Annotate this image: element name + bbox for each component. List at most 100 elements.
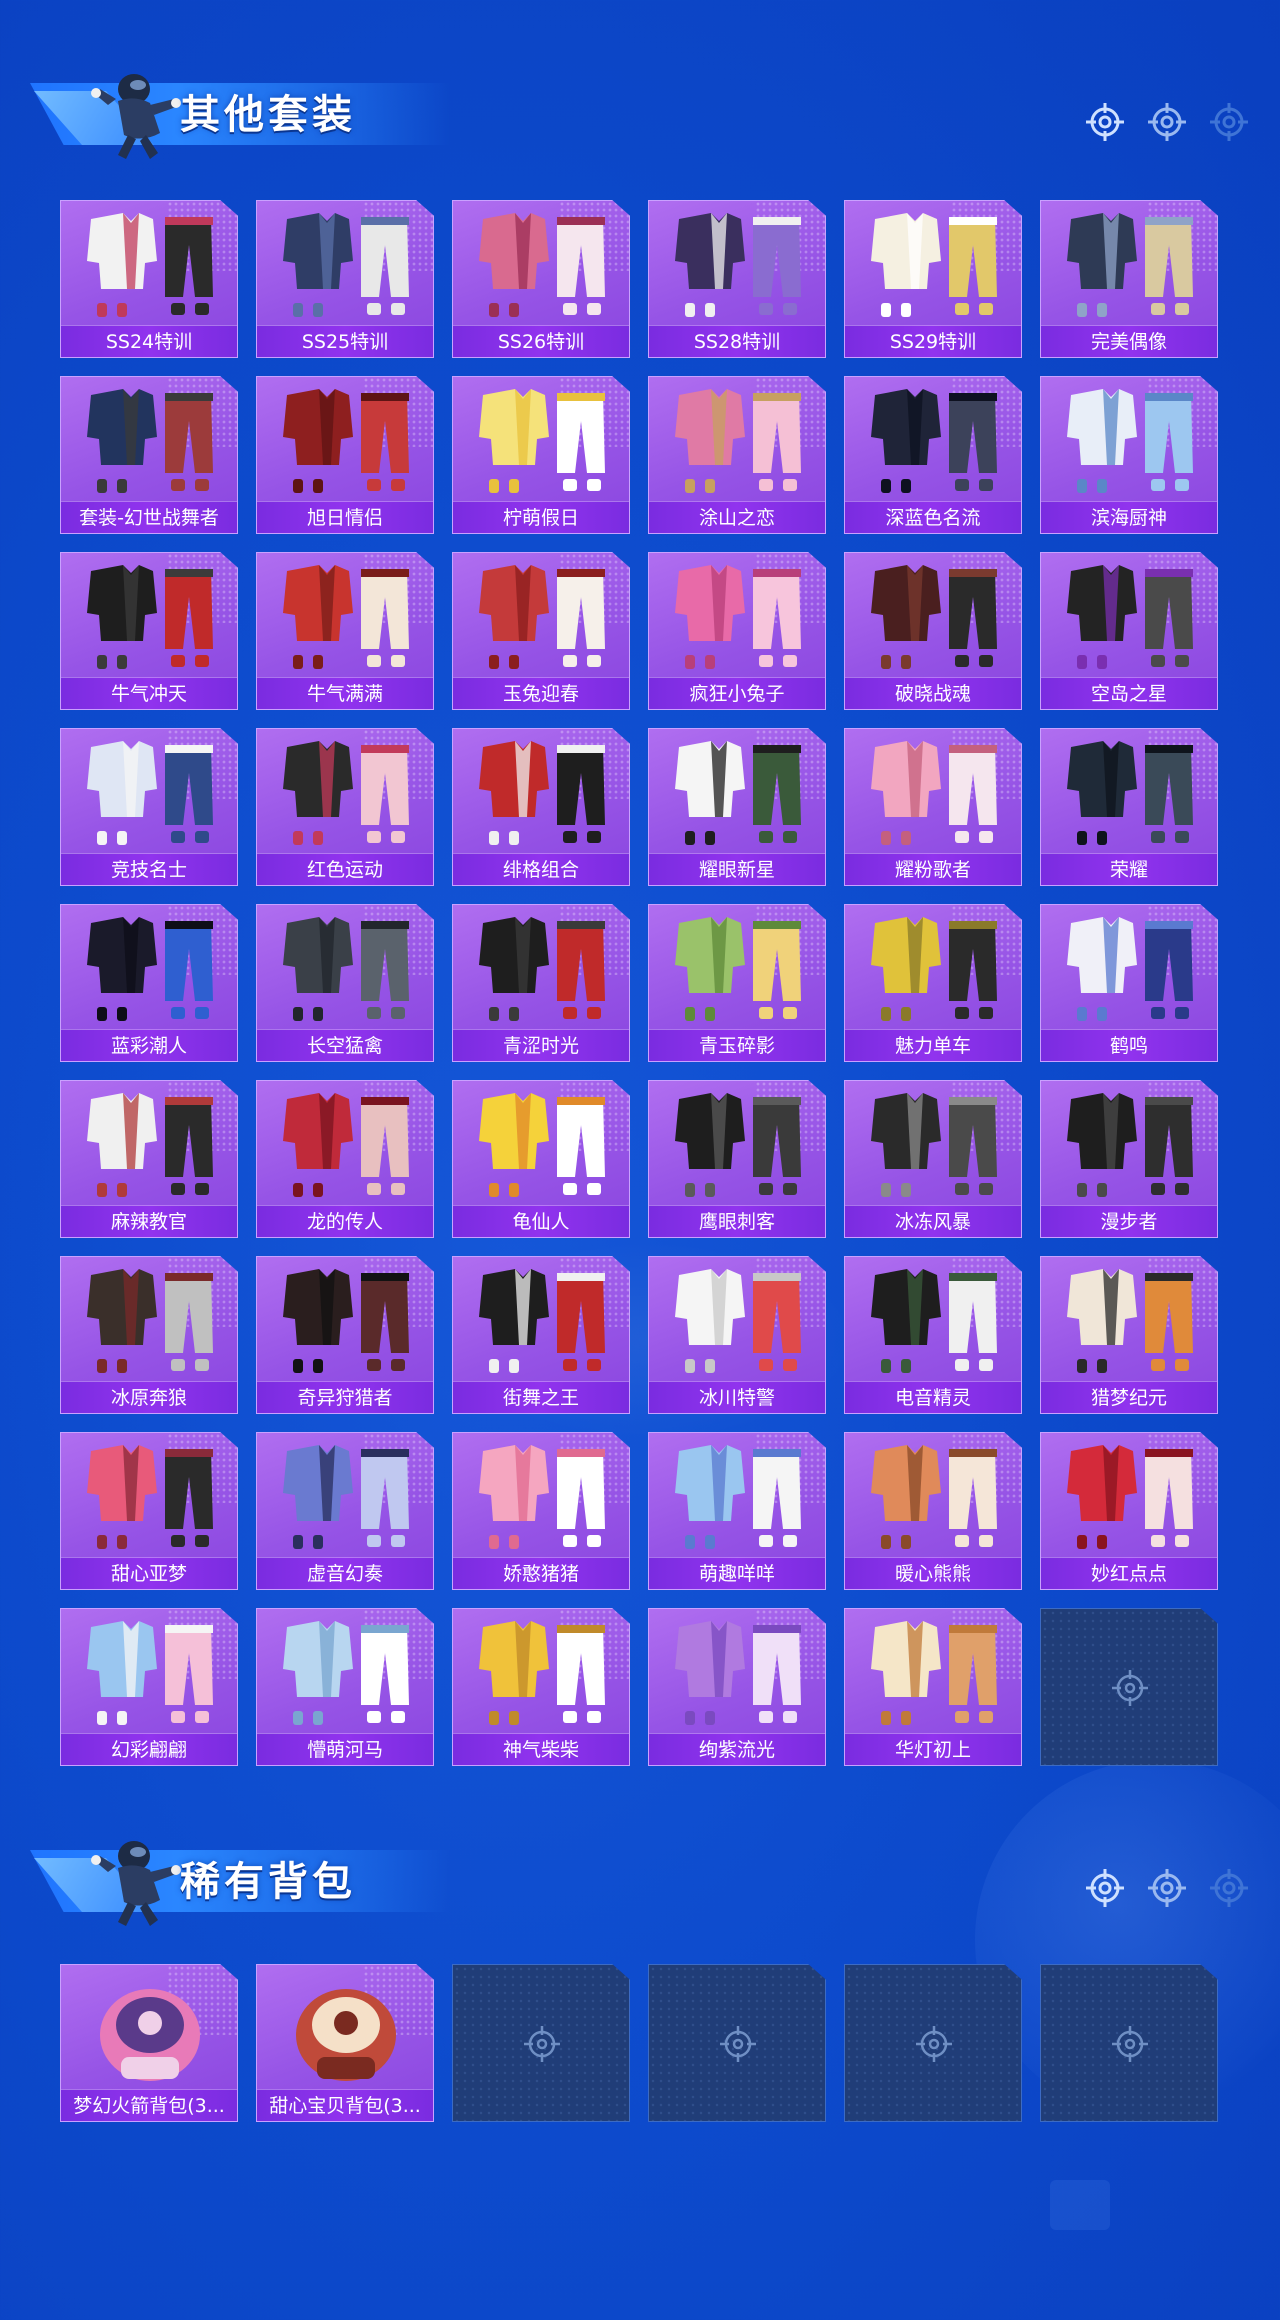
outfit-card[interactable]: 龟仙人 [452, 1080, 630, 1238]
crosshair-icon [916, 2026, 952, 2062]
outfit-image [87, 1269, 213, 1373]
outfit-card[interactable]: 龙的传人 [256, 1080, 434, 1238]
outfit-card[interactable]: 绚紫流光 [648, 1608, 826, 1766]
outfit-card[interactable]: 完美偶像 [1040, 200, 1218, 358]
outfit-image [1067, 1445, 1193, 1549]
outfit-card[interactable]: SS25特训 [256, 200, 434, 358]
outfit-card[interactable]: 冰川特警 [648, 1256, 826, 1414]
outfit-name: 华灯初上 [845, 1733, 1021, 1765]
outfit-image [87, 213, 213, 317]
backpack-card[interactable]: 梦幻火箭背包(3... [60, 1964, 238, 2122]
outfit-card[interactable]: 玉兔迎春 [452, 552, 630, 710]
crosshair-icon[interactable] [1208, 1867, 1250, 1909]
outfit-card[interactable]: 绯格组合 [452, 728, 630, 886]
outfit-card[interactable]: SS26特训 [452, 200, 630, 358]
outfit-image [871, 213, 997, 317]
outfit-card[interactable]: 滨海厨神 [1040, 376, 1218, 534]
outfit-card[interactable]: 奇异狩猎者 [256, 1256, 434, 1414]
backpack-name: 甜心宝贝背包(3... [257, 2089, 433, 2121]
outfit-card[interactable]: 青涩时光 [452, 904, 630, 1062]
crosshair-icon[interactable] [1146, 1867, 1188, 1909]
empty-slot [1040, 1608, 1218, 1766]
outfit-image [675, 1621, 801, 1725]
outfit-name: 龟仙人 [453, 1205, 629, 1237]
outfit-card[interactable]: 旭日情侣 [256, 376, 434, 534]
outfit-card[interactable]: 猎梦纪元 [1040, 1256, 1218, 1414]
outfit-card[interactable]: 懵萌河马 [256, 1608, 434, 1766]
section-title: 其他套装 [180, 92, 356, 138]
crosshair-icon[interactable] [1084, 1867, 1126, 1909]
outfit-card[interactable]: 牛气冲天 [60, 552, 238, 710]
outfit-card[interactable]: 虚音幻奏 [256, 1432, 434, 1590]
outfit-card[interactable]: 空岛之星 [1040, 552, 1218, 710]
outfit-name: 滨海厨神 [1041, 501, 1217, 533]
outfit-name: 麻辣教官 [61, 1205, 237, 1237]
outfit-card[interactable]: 冰冻风暴 [844, 1080, 1022, 1238]
outfit-image [87, 917, 213, 1021]
outfit-name: 奇异狩猎者 [257, 1381, 433, 1413]
outfit-card[interactable]: 套装-幻世战舞者 [60, 376, 238, 534]
outfit-card[interactable]: 破晓战魂 [844, 552, 1022, 710]
outfit-image [479, 1445, 605, 1549]
outfit-card[interactable]: 鹤鸣 [1040, 904, 1218, 1062]
crosshair-icon [1112, 2026, 1148, 2062]
outfit-card[interactable]: 街舞之王 [452, 1256, 630, 1414]
outfit-card[interactable]: 耀粉歌者 [844, 728, 1022, 886]
crosshair-icon [1112, 1670, 1148, 1706]
outfit-card[interactable]: 鹰眼刺客 [648, 1080, 826, 1238]
outfit-card[interactable]: 妙红点点 [1040, 1432, 1218, 1590]
outfit-card[interactable]: 麻辣教官 [60, 1080, 238, 1238]
outfit-card[interactable]: 红色运动 [256, 728, 434, 886]
outfit-image [675, 917, 801, 1021]
outfit-image [871, 741, 997, 845]
outfit-card[interactable]: 深蓝色名流 [844, 376, 1022, 534]
crosshair-icon[interactable] [1208, 101, 1250, 143]
outfit-card[interactable]: 长空猛禽 [256, 904, 434, 1062]
backpacks-nav-icons [1084, 1867, 1250, 1909]
outfit-card[interactable]: 娇憨猪猪 [452, 1432, 630, 1590]
outfit-card[interactable]: 幻彩翩翩 [60, 1608, 238, 1766]
outfit-image [283, 389, 409, 493]
backpack-card[interactable]: 甜心宝贝背包(3... [256, 1964, 434, 2122]
outfit-card[interactable]: SS24特训 [60, 200, 238, 358]
outfit-card[interactable]: 涂山之恋 [648, 376, 826, 534]
outfit-image [675, 565, 801, 669]
outfit-card[interactable]: SS28特训 [648, 200, 826, 358]
outfit-card[interactable]: 魅力单车 [844, 904, 1022, 1062]
outfit-name: 青玉碎影 [649, 1029, 825, 1061]
outfit-image [675, 1445, 801, 1549]
outfit-card[interactable]: 蓝彩潮人 [60, 904, 238, 1062]
outfit-card[interactable]: SS29特训 [844, 200, 1022, 358]
outfit-name: 幻彩翩翩 [61, 1733, 237, 1765]
outfit-name: 红色运动 [257, 853, 433, 885]
outfit-card[interactable]: 冰原奔狼 [60, 1256, 238, 1414]
outfit-card[interactable]: 荣耀 [1040, 728, 1218, 886]
crosshair-icon[interactable] [1146, 101, 1188, 143]
outfit-card[interactable]: 甜心亚梦 [60, 1432, 238, 1590]
outfit-image [479, 1621, 605, 1725]
outfit-name: 鹤鸣 [1041, 1029, 1217, 1061]
outfit-image [1067, 917, 1193, 1021]
outfit-card[interactable]: 萌趣咩咩 [648, 1432, 826, 1590]
outfit-image [283, 1621, 409, 1725]
outfit-image [675, 213, 801, 317]
outfit-card[interactable]: 漫步者 [1040, 1080, 1218, 1238]
outfit-card[interactable]: 神气柴柴 [452, 1608, 630, 1766]
outfit-card[interactable]: 柠萌假日 [452, 376, 630, 534]
outfit-card[interactable]: 疯狂小兔子 [648, 552, 826, 710]
outfit-card[interactable]: 华灯初上 [844, 1608, 1022, 1766]
outfit-name: 暖心熊熊 [845, 1557, 1021, 1589]
outfit-image [87, 1093, 213, 1197]
outfit-card[interactable]: 牛气满满 [256, 552, 434, 710]
outfit-image [871, 1093, 997, 1197]
outfit-name: 萌趣咩咩 [649, 1557, 825, 1589]
outfit-card[interactable]: 耀眼新星 [648, 728, 826, 886]
outfit-card[interactable]: 青玉碎影 [648, 904, 826, 1062]
backpacks-section-header: 稀有背包 [30, 1822, 450, 1932]
crosshair-icon[interactable] [1084, 101, 1126, 143]
outfit-card[interactable]: 竞技名士 [60, 728, 238, 886]
outfit-card[interactable]: 暖心熊熊 [844, 1432, 1022, 1590]
outfit-image [675, 1093, 801, 1197]
backpack-image [100, 1989, 200, 2081]
outfit-card[interactable]: 电音精灵 [844, 1256, 1022, 1414]
